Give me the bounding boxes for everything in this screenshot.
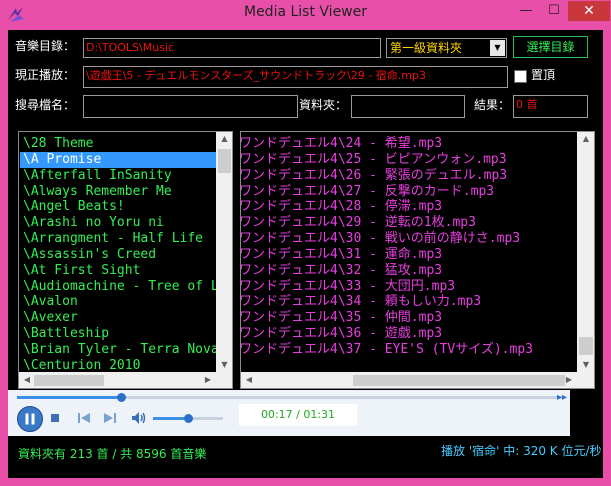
- chevron-down-icon[interactable]: ▼: [490, 40, 505, 56]
- folder-item[interactable]: \Avalon: [20, 294, 216, 310]
- folder-item[interactable]: \Arashi no Yoru ni: [20, 215, 216, 231]
- song-item[interactable]: ワンドデュエル4\28 - 停滞.mp3: [241, 199, 576, 215]
- status-right: 播放 '宿命' 中: 320 K 位元/秒: [441, 444, 602, 458]
- folder-filter-label: 資料夾：: [299, 98, 348, 112]
- folder-item[interactable]: \Assassin's Creed: [20, 247, 216, 263]
- song-item[interactable]: ワンドデュエル4\24 - 希望.mp3: [241, 136, 576, 152]
- level-combo[interactable]: 第一級資料夾 ▼: [386, 38, 507, 58]
- song-item[interactable]: ワンドデュエル4\37 - EYE'S (TVサイズ).mp3: [241, 342, 576, 358]
- result-label: 結果：: [474, 98, 511, 112]
- seek-fill: [17, 396, 121, 399]
- folder-list[interactable]: \28 Theme \A Promise \Afterfall InSanity \A…: [18, 131, 233, 389]
- scroll-up-icon[interactable]: ▲: [577, 134, 594, 143]
- pause-button[interactable]: [17, 406, 43, 432]
- volume-thumb[interactable]: [184, 414, 193, 423]
- seek-track[interactable]: [17, 393, 562, 402]
- song-item[interactable]: ワンドデュエル4\36 - 遊戯.mp3: [241, 326, 576, 342]
- title-bar[interactable]: Media List Viewer — ☐ ✕: [0, 0, 611, 28]
- folder-item[interactable]: \Battleship: [20, 326, 216, 342]
- choose-dir-button[interactable]: 選擇目錄: [513, 36, 588, 58]
- folder-item[interactable]: \Audiomachine - Tree of Life: [20, 279, 232, 295]
- song-list-hscroll[interactable]: ◀ ▶: [241, 372, 577, 388]
- folder-item[interactable]: \Arrangment - Half Life: [20, 231, 216, 247]
- song-item[interactable]: ワンドデュエル4\32 - 猛攻.mp3: [241, 263, 576, 279]
- previous-button[interactable]: [77, 412, 91, 424]
- maximize-button[interactable]: ☐: [541, 1, 567, 21]
- pause-icon: [25, 413, 35, 425]
- song-list-vscroll[interactable]: ▲ ▼: [577, 132, 594, 372]
- song-item[interactable]: ワンドデュエル4\29 - 逆転の1枚.mp3: [241, 215, 576, 231]
- folder-hscroll-thumb[interactable]: [34, 375, 104, 386]
- song-hscroll-thumb[interactable]: [353, 375, 565, 386]
- next-button[interactable]: [103, 412, 117, 424]
- song-item[interactable]: ワンドデュエル4\30 - 戦いの前の静けさ.mp3: [241, 231, 576, 247]
- folder-item[interactable]: \Avexer: [20, 310, 216, 326]
- media-player: ▸▸ 00:17 / 01:31: [8, 390, 570, 436]
- folder-item[interactable]: \Always Remember Me: [20, 184, 216, 200]
- result-count: 0 首: [513, 95, 588, 118]
- scroll-left-icon[interactable]: ◀: [21, 375, 33, 384]
- volume-slider[interactable]: [153, 414, 223, 423]
- seek-thumb[interactable]: [117, 393, 126, 402]
- song-item[interactable]: ワンドデュエル4\27 - 反撃のカード.mp3: [241, 184, 576, 200]
- scroll-corner: [577, 372, 594, 388]
- song-item[interactable]: ワンドデュエル4\26 - 緊張のデュエル.mp3: [241, 168, 576, 184]
- folder-item[interactable]: \At First Sight: [20, 263, 216, 279]
- now-playing-label: 現正播放：: [15, 68, 76, 82]
- music-dir-field[interactable]: D:\TOOLS\Music: [83, 38, 381, 58]
- scroll-down-icon[interactable]: ▼: [216, 360, 232, 369]
- folder-rows: \28 Theme \A Promise \Afterfall InSanity \A…: [20, 136, 232, 374]
- folder-item[interactable]: \Afterfall InSanity: [20, 168, 216, 184]
- pin-label: 置頂: [531, 68, 556, 82]
- now-playing-value: \遊戯王\5 - デュエルモンスターズ_サウンドトラック\29 - 宿命.mp3: [86, 69, 426, 82]
- volume-icon[interactable]: [131, 411, 147, 425]
- scroll-right-icon[interactable]: ▶: [202, 375, 214, 384]
- song-item[interactable]: ワンドデュエル4\33 - 大団円.mp3: [241, 279, 576, 295]
- status-left: 資料夾有 213 首 / 共 8596 首音樂: [18, 447, 207, 461]
- folder-list-vscroll[interactable]: ▲ ▼: [216, 132, 232, 372]
- stop-button[interactable]: [51, 414, 59, 422]
- song-item[interactable]: ワンドデュエル4\34 - 頼もしい力.mp3: [241, 294, 576, 310]
- scroll-left-icon[interactable]: ◀: [243, 375, 255, 384]
- close-button[interactable]: ✕: [568, 1, 610, 21]
- search-input[interactable]: [83, 95, 298, 118]
- scroll-up-icon[interactable]: ▲: [216, 134, 232, 143]
- song-item[interactable]: ワンドデュエル4\31 - 運命.mp3: [241, 247, 576, 263]
- music-dir-label: 音樂目錄：: [15, 39, 76, 53]
- folder-item[interactable]: \Brian Tyler - Terra Nova: [20, 342, 219, 358]
- song-item[interactable]: ワンドデュエル4\25 - ビピアンウォン.mp3: [241, 152, 576, 168]
- now-playing-field[interactable]: \遊戯王\5 - デュエルモンスターズ_サウンドトラック\29 - 宿命.mp3: [83, 66, 508, 88]
- folder-item[interactable]: \28 Theme: [20, 136, 216, 152]
- song-rows: ワンドデュエル4\24 - 希望.mp3 ワンドデュエル4\25 - ビピアンウォ…: [241, 136, 576, 358]
- song-scroll-thumb[interactable]: [579, 337, 593, 355]
- time-display: 00:17 / 01:31: [260, 408, 336, 421]
- scroll-corner: [216, 372, 232, 388]
- folder-item[interactable]: \Angel Beats!: [20, 199, 216, 215]
- minimize-button[interactable]: —: [512, 1, 540, 21]
- seek-end-icon: ▸▸: [557, 392, 568, 403]
- folder-item[interactable]: \A Promise: [20, 151, 216, 168]
- level-combo-value: 第一級資料夾: [390, 41, 463, 55]
- song-list[interactable]: ワンドデュエル4\24 - 希望.mp3 ワンドデュエル4\25 - ビピアンウォ…: [240, 131, 595, 389]
- client-area: 音樂目錄： D:\TOOLS\Music 第一級資料夾 ▼ 選擇目錄 現正播放：…: [8, 30, 603, 478]
- search-label: 搜尋檔名：: [15, 98, 76, 112]
- folder-filter-input[interactable]: [351, 95, 465, 118]
- song-item[interactable]: ワンドデュエル4\35 - 仲間.mp3: [241, 310, 576, 326]
- scroll-down-icon[interactable]: ▼: [577, 360, 594, 369]
- folder-scroll-thumb[interactable]: [218, 149, 231, 173]
- scroll-right-icon[interactable]: ▶: [563, 375, 575, 384]
- pin-checkbox[interactable]: [514, 70, 527, 83]
- folder-list-hscroll[interactable]: ◀ ▶: [19, 372, 216, 388]
- volume-fill: [153, 417, 188, 420]
